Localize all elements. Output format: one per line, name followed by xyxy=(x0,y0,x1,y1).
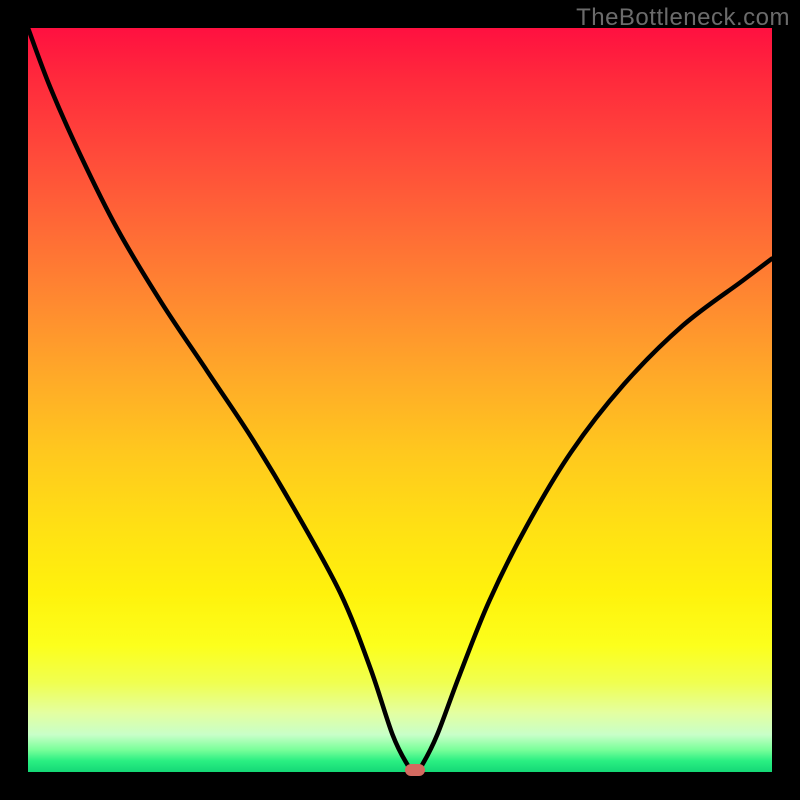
optimum-marker xyxy=(405,764,425,776)
chart-frame: TheBottleneck.com xyxy=(0,0,800,800)
plot-area xyxy=(28,28,772,772)
bottleneck-curve xyxy=(28,28,772,772)
